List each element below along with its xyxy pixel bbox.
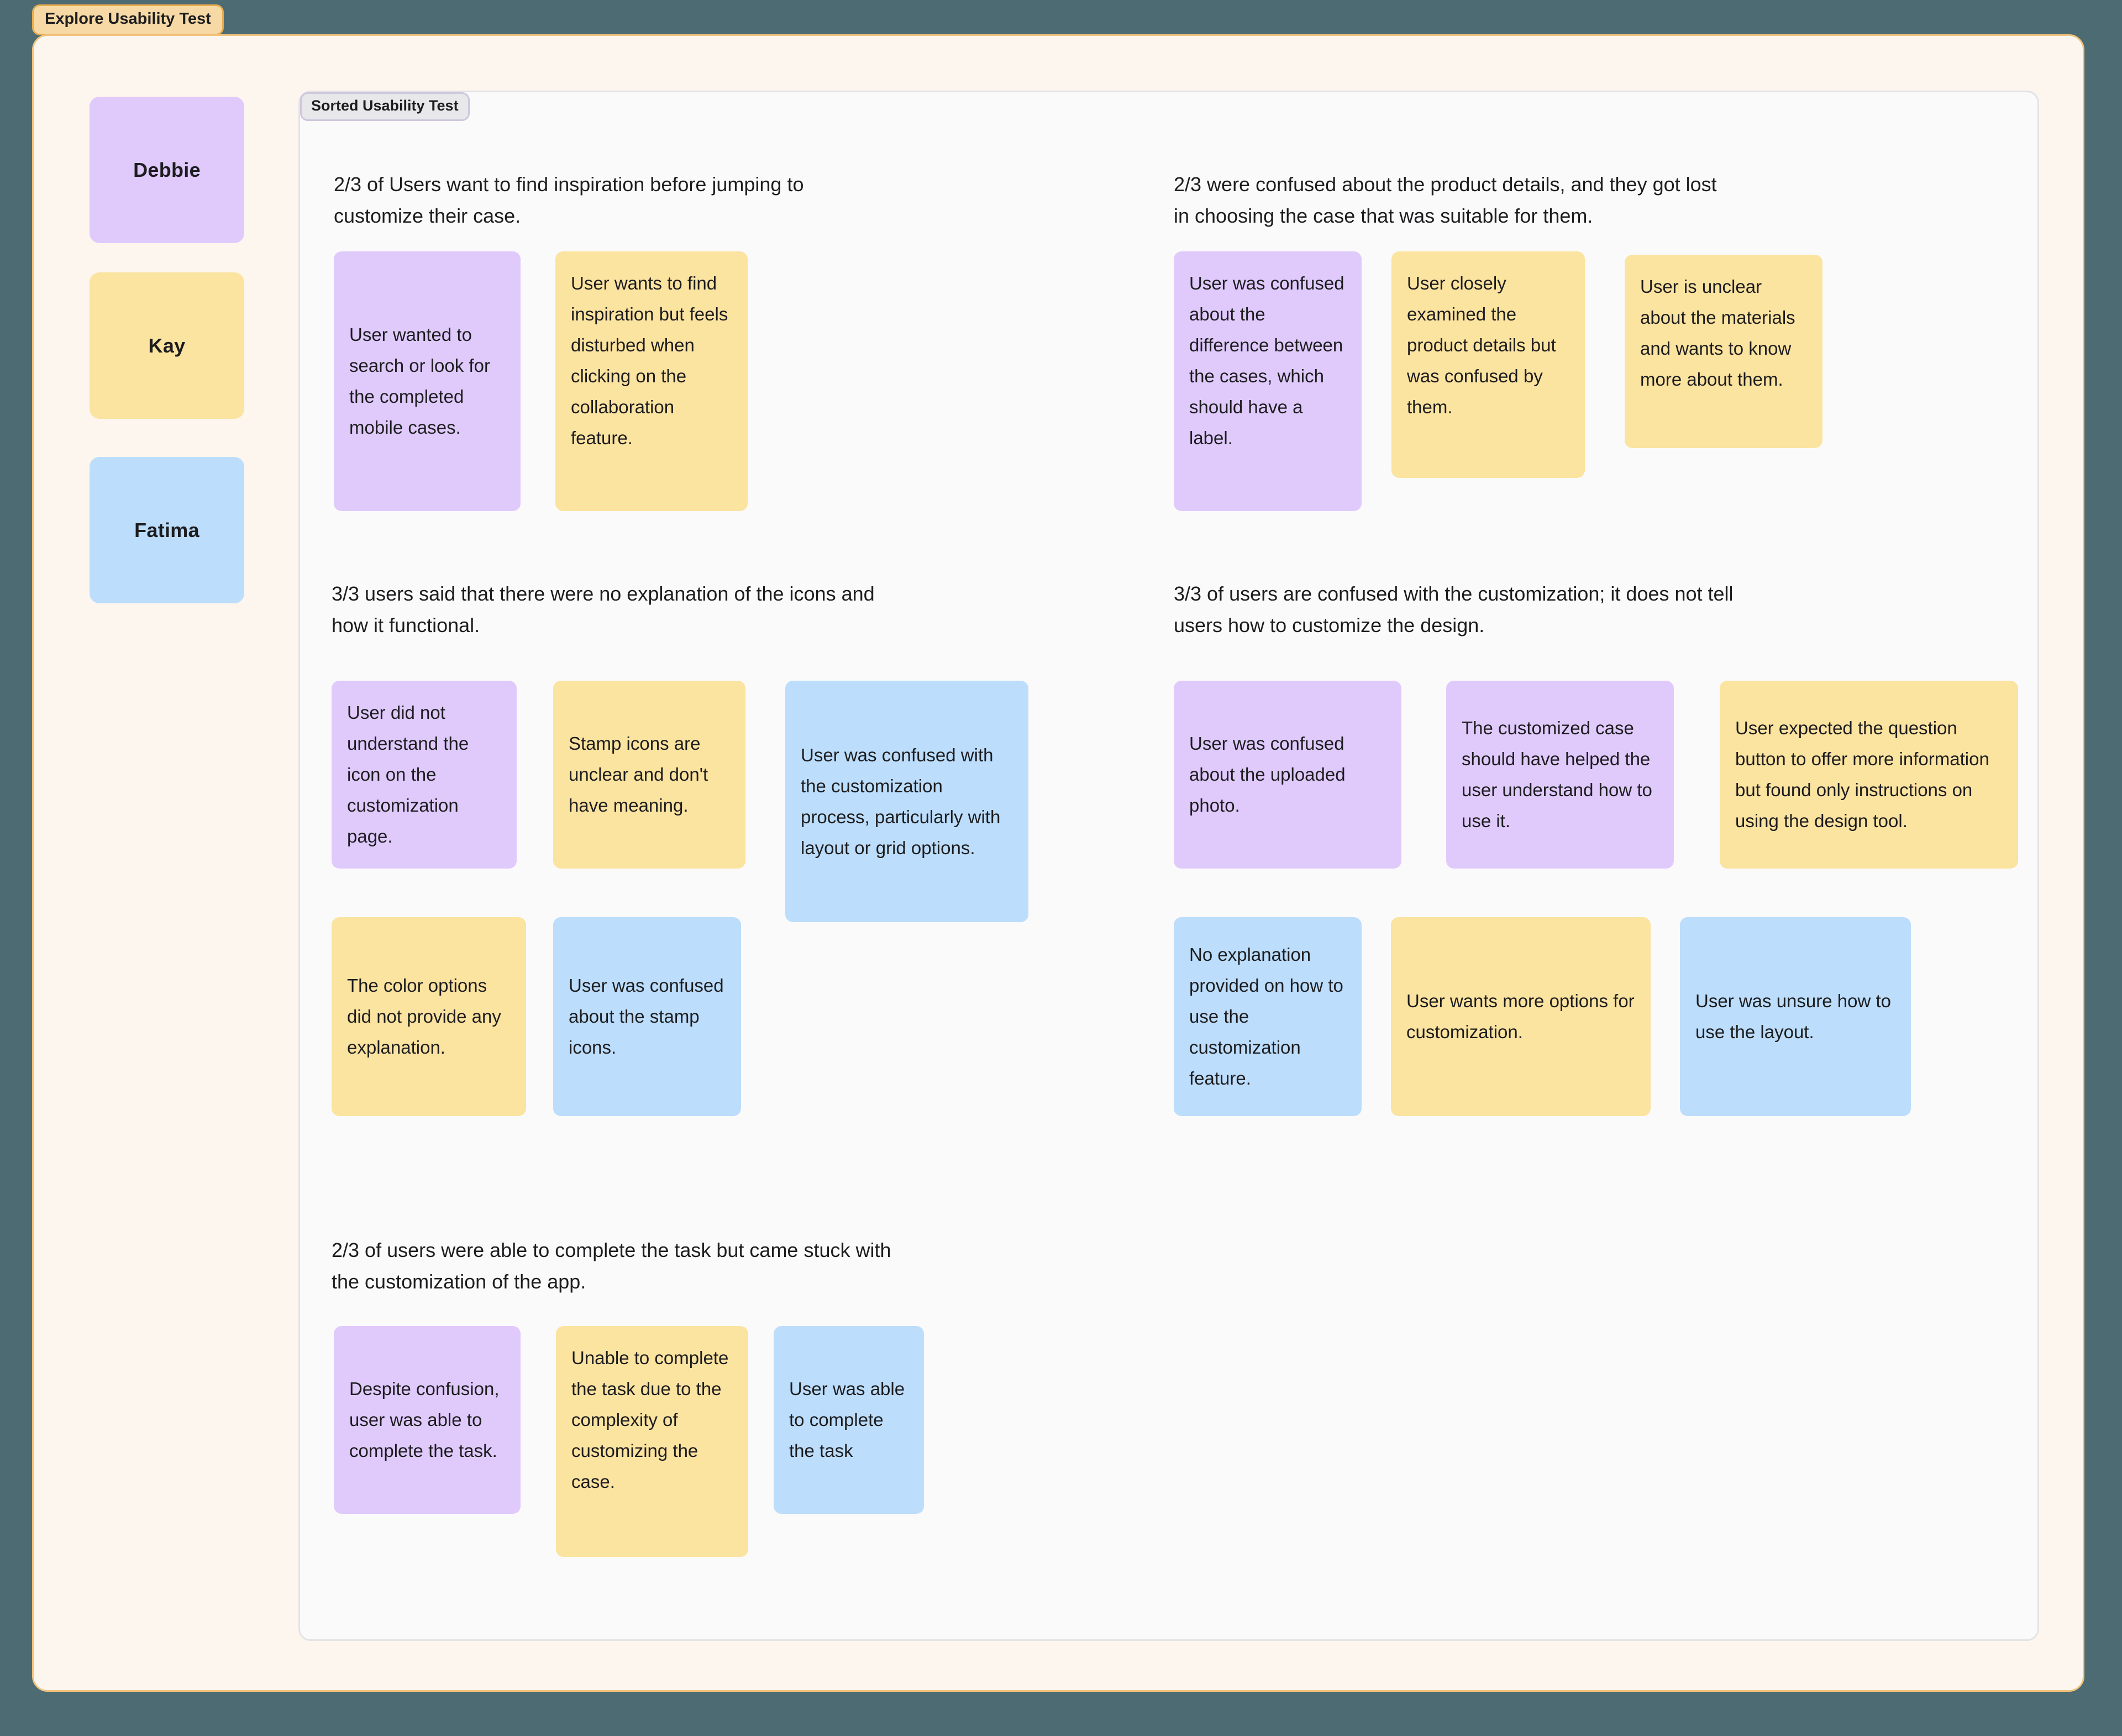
section-heading-4: 3/3 of users are confused with the custo… — [1174, 582, 1734, 636]
section-heading-5: 2/3 of users were able to complete the t… — [332, 1239, 891, 1293]
board-tab-explore-usability-test[interactable]: Explore Usability Test — [32, 4, 224, 35]
sticky-note[interactable]: No explanation provided on how to use th… — [1174, 917, 1362, 1116]
sticky-note[interactable]: Despite confusion, user was able to comp… — [334, 1326, 521, 1514]
sticky-note[interactable]: The customized case should have helped t… — [1446, 681, 1674, 869]
sticky-note[interactable]: The color options did not provide any ex… — [332, 917, 526, 1116]
sticky-note[interactable]: Stamp icons are unclear and don't have m… — [553, 681, 745, 869]
participant-name: Fatima — [134, 518, 199, 541]
section-heading-3: 3/3 users said that there were no explan… — [332, 582, 875, 636]
sticky-note[interactable]: Unable to complete the task due to the c… — [556, 1326, 748, 1557]
participant-card-kay[interactable]: Kay — [90, 272, 244, 419]
participant-name: Kay — [148, 334, 186, 357]
sticky-note[interactable]: User was confused about the stamp icons. — [553, 917, 741, 1116]
sticky-note[interactable]: User was confused with the customization… — [785, 681, 1028, 922]
section-heading-1: 2/3 of Users want to find inspiration be… — [334, 173, 804, 227]
sticky-note[interactable]: User wants to find inspiration but feels… — [555, 251, 748, 511]
sticky-note[interactable]: User expected the question button to off… — [1720, 681, 2018, 869]
section-heading-2: 2/3 were confused about the product deta… — [1174, 173, 1717, 227]
sticky-note[interactable]: User was confused about the difference b… — [1174, 251, 1362, 511]
sticky-note[interactable]: User was confused about the uploaded pho… — [1174, 681, 1401, 869]
sticky-note[interactable]: User is unclear about the materials and … — [1625, 255, 1822, 448]
participant-card-fatima[interactable]: Fatima — [90, 457, 244, 603]
sticky-note[interactable]: User was able to complete the task — [774, 1326, 924, 1514]
panel-tab-sorted-usability-test[interactable]: Sorted Usability Test — [300, 92, 470, 121]
sticky-note[interactable]: User closely examined the product detail… — [1391, 251, 1585, 478]
participant-name: Debbie — [133, 158, 201, 181]
sticky-note[interactable]: User was unsure how to use the layout. — [1680, 917, 1911, 1116]
sticky-note[interactable]: User wanted to search or look for the co… — [334, 251, 521, 511]
participant-card-debbie[interactable]: Debbie — [90, 97, 244, 243]
sticky-note[interactable]: User did not understand the icon on the … — [332, 681, 517, 869]
sticky-note[interactable]: User wants more options for customizatio… — [1391, 917, 1651, 1116]
